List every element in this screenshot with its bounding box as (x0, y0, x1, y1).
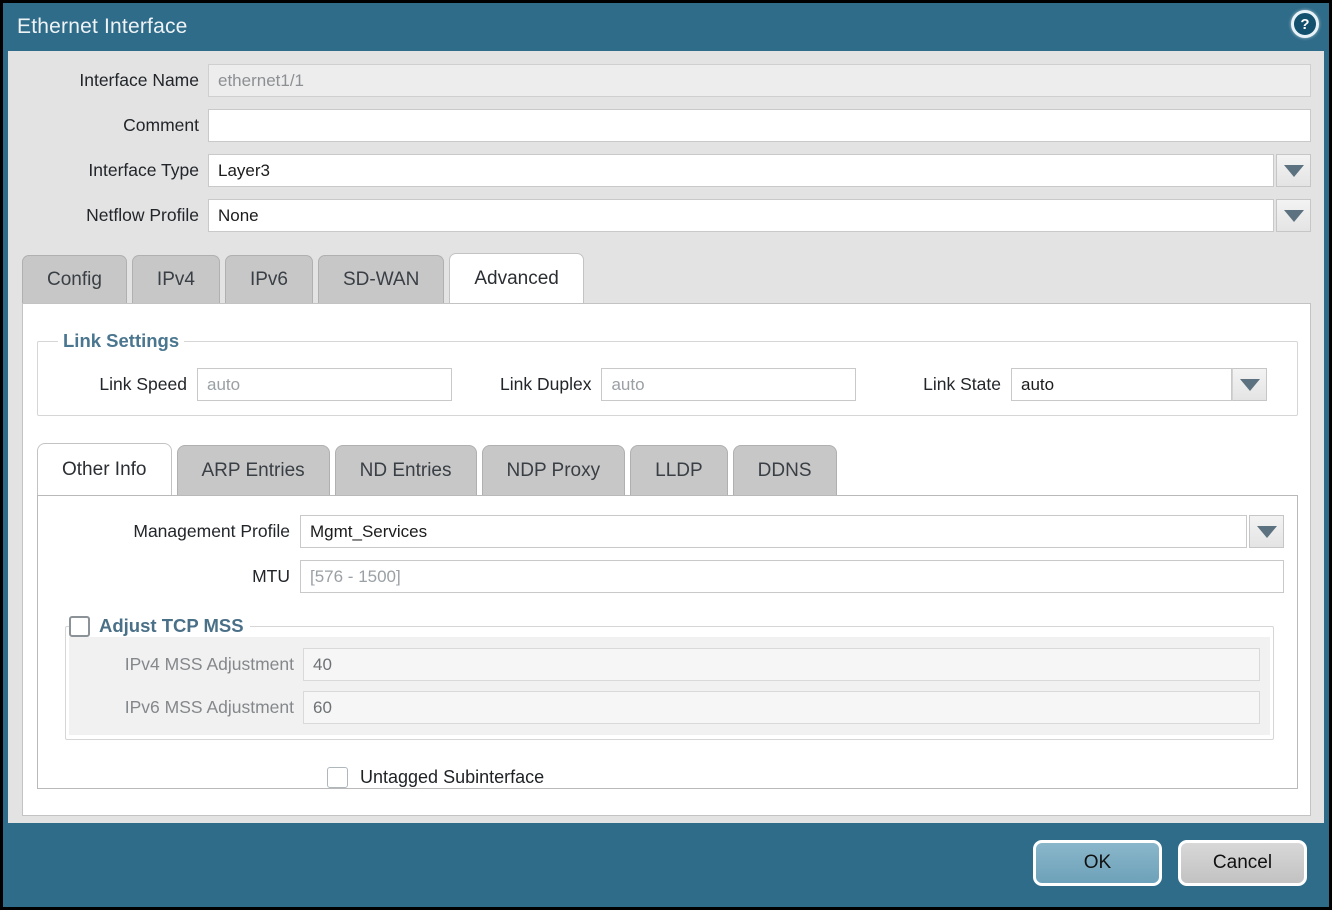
dialog-titlebar: Ethernet Interface ? (3, 3, 1329, 51)
other-info-panel: Management Profile MTU (37, 495, 1298, 789)
mtu-field[interactable] (300, 560, 1284, 593)
adjust-tcp-mss-fieldset: Adjust TCP MSS IPv4 MSS Adjustment IPv6 … (65, 615, 1274, 740)
management-profile-value[interactable] (300, 515, 1247, 548)
tab-lldp[interactable]: LLDP (630, 445, 728, 495)
interface-type-label: Interface Type (22, 160, 208, 181)
link-state-value[interactable] (1011, 368, 1232, 401)
management-profile-dropdown-button[interactable] (1249, 515, 1284, 548)
interface-name-field (208, 64, 1311, 97)
tab-config[interactable]: Config (22, 255, 127, 303)
inner-tab-section: Other Info ARP Entries ND Entries NDP Pr… (37, 434, 1298, 815)
cancel-button[interactable]: Cancel (1178, 840, 1307, 886)
ipv4-mss-row: IPv4 MSS Adjustment (69, 643, 1260, 686)
chevron-down-icon (1240, 379, 1260, 391)
comment-label: Comment (22, 115, 208, 136)
netflow-profile-select (208, 199, 1311, 232)
tab-ipv6[interactable]: IPv6 (225, 255, 313, 303)
dialog-frame: Ethernet Interface ? Interface Name Comm… (3, 3, 1329, 907)
adjust-tcp-mss-legend: Adjust TCP MSS (69, 615, 250, 637)
link-speed-label: Link Speed (52, 374, 197, 395)
netflow-profile-label: Netflow Profile (22, 205, 208, 226)
link-speed-field[interactable] (197, 368, 452, 401)
tab-arp-entries[interactable]: ARP Entries (177, 445, 330, 495)
inner-tabstrip: Other Info ARP Entries ND Entries NDP Pr… (37, 445, 1298, 495)
link-state-group: Link State (923, 368, 1283, 401)
ipv4-mss-label: IPv4 MSS Adjustment (69, 654, 303, 675)
chevron-down-icon (1284, 210, 1304, 222)
interface-type-dropdown-button[interactable] (1276, 154, 1311, 187)
main-tabstrip: Config IPv4 IPv6 SD-WAN Advanced (22, 255, 1311, 303)
ipv6-mss-label: IPv6 MSS Adjustment (69, 697, 303, 718)
tab-advanced[interactable]: Advanced (449, 253, 584, 303)
mtu-row: MTU (38, 560, 1284, 593)
link-settings-fieldset: Link Settings Link Speed Link Duplex Lin… (37, 330, 1298, 416)
adjust-tcp-mss-caption: Adjust TCP MSS (99, 615, 244, 637)
untagged-subinterface-label: Untagged Subinterface (360, 767, 544, 788)
interface-type-row: Interface Type (22, 154, 1311, 187)
ethernet-interface-dialog: Ethernet Interface ? Interface Name Comm… (0, 0, 1332, 910)
comment-row: Comment (22, 109, 1311, 142)
link-settings-legend: Link Settings (58, 330, 184, 352)
help-icon[interactable]: ? (1291, 10, 1319, 38)
tab-ndp-proxy[interactable]: NDP Proxy (482, 445, 626, 495)
adjust-tcp-mss-checkbox[interactable] (69, 616, 90, 637)
mss-disabled-area: IPv4 MSS Adjustment IPv6 MSS Adjustment (69, 637, 1270, 735)
link-settings-row: Link Speed Link Duplex Link State (52, 368, 1283, 401)
link-state-select (1011, 368, 1267, 401)
ipv6-mss-row: IPv6 MSS Adjustment (69, 686, 1260, 729)
netflow-profile-value[interactable] (208, 199, 1274, 232)
tab-ipv4[interactable]: IPv4 (132, 255, 220, 303)
management-profile-select (300, 515, 1284, 548)
advanced-tab-panel: Link Settings Link Speed Link Duplex Lin… (22, 303, 1311, 816)
interface-type-select (208, 154, 1311, 187)
ipv4-mss-field (303, 648, 1260, 681)
dialog-title: Ethernet Interface (17, 15, 188, 39)
comment-field[interactable] (208, 109, 1311, 142)
link-state-label: Link State (923, 374, 1011, 395)
link-duplex-field[interactable] (601, 368, 856, 401)
link-duplex-label: Link Duplex (500, 374, 601, 395)
netflow-profile-dropdown-button[interactable] (1276, 199, 1311, 232)
tab-sdwan[interactable]: SD-WAN (318, 255, 444, 303)
interface-type-value[interactable] (208, 154, 1274, 187)
interface-name-row: Interface Name (22, 64, 1311, 97)
untagged-subinterface-row: Untagged Subinterface (327, 767, 1284, 788)
mtu-label: MTU (38, 566, 300, 587)
tab-ddns[interactable]: DDNS (733, 445, 837, 495)
management-profile-label: Management Profile (38, 521, 300, 542)
link-state-dropdown-button[interactable] (1232, 368, 1267, 401)
untagged-subinterface-checkbox[interactable] (327, 767, 348, 788)
netflow-profile-row: Netflow Profile (22, 199, 1311, 232)
ipv6-mss-field (303, 691, 1260, 724)
chevron-down-icon (1257, 526, 1277, 538)
interface-name-label: Interface Name (22, 70, 208, 91)
tab-nd-entries[interactable]: ND Entries (335, 445, 477, 495)
dialog-footer: OK Cancel (3, 823, 1329, 907)
chevron-down-icon (1284, 165, 1304, 177)
management-profile-row: Management Profile (38, 515, 1284, 548)
tab-other-info[interactable]: Other Info (37, 443, 172, 495)
dialog-content: Interface Name Comment Interface Type Ne… (8, 51, 1324, 823)
ok-button[interactable]: OK (1033, 840, 1162, 886)
